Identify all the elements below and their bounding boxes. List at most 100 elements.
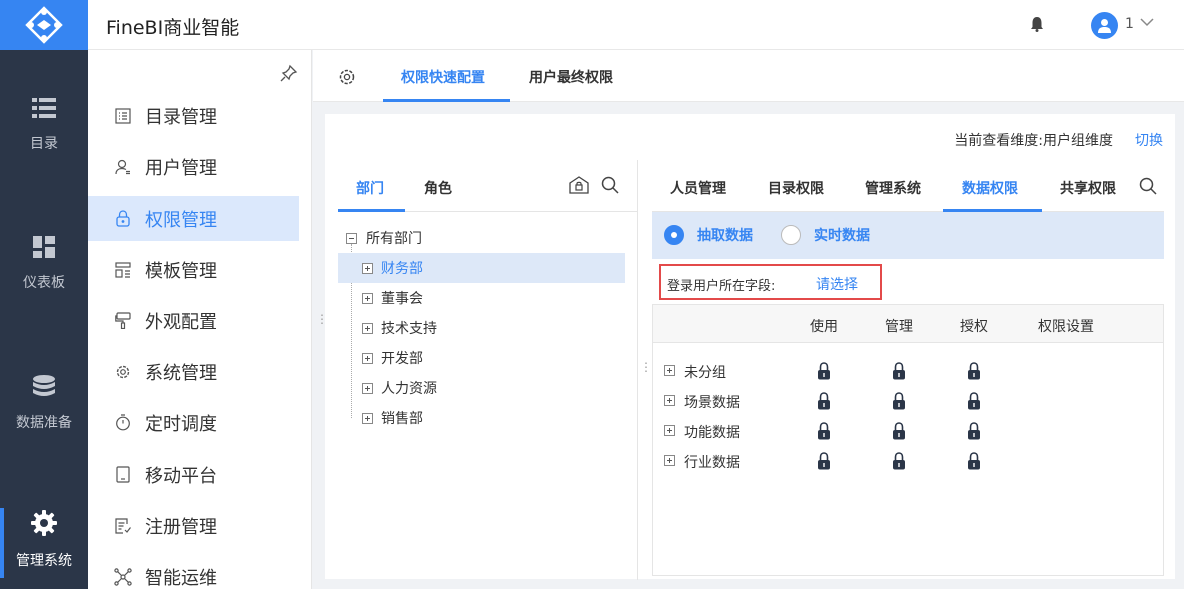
menu-item-catalog[interactable]: 目录管理 [88,93,299,138]
radio-extract-label: 抽取数据 [697,228,753,244]
app-title: FineBI商业智能 [106,17,240,39]
network-icon [114,567,132,586]
menu-item-appearance[interactable]: 外观配置 [88,298,299,343]
search-icon[interactable] [1139,177,1157,195]
radio-realtime-data[interactable]: 实时数据 [781,225,870,245]
brush-icon [114,312,132,330]
user-field-highlight: 登录用户所在字段: 请选择 [659,264,882,300]
lock-icon[interactable] [817,392,831,410]
menu-item-register[interactable]: 注册管理 [88,503,299,548]
switch-dimension-link[interactable]: 切换 [1135,130,1163,150]
table-row[interactable]: 行业数据 [653,446,1163,476]
rail-item-data-prep[interactable]: 数据准备 [0,374,88,432]
menu-label-user: 用户管理 [145,157,217,179]
permission-tabs: 人员管理 目录权限 管理系统 数据权限 共享权限 [652,160,1164,212]
lock-icon[interactable] [892,362,906,380]
top-header: FineBI商业智能 1 [88,0,1184,50]
tab-role[interactable]: 角色 [424,178,452,198]
user-name[interactable]: 1 [1125,16,1134,32]
tree-node[interactable]: 开发部 [338,343,625,373]
pin-icon[interactable] [280,64,298,82]
tree-node-label: 开发部 [381,351,423,367]
menu-item-system[interactable]: 系统管理 [88,349,299,394]
tree-node-label: 技术支持 [381,321,437,337]
rail-label-data-prep: 数据准备 [16,415,72,431]
expand-icon[interactable] [664,455,675,466]
menu-item-user[interactable]: 用户管理 [88,144,299,189]
lock-icon[interactable] [967,422,981,440]
menu-item-mobile[interactable]: 移动平台 [88,452,299,497]
tab-data-permission[interactable]: 数据权限 [962,178,1018,198]
col-manage: 管理 [885,319,913,335]
menu-item-permission[interactable]: 权限管理 [88,196,299,241]
tab-catalog-permission[interactable]: 目录权限 [768,178,824,198]
menu-item-template[interactable]: 模板管理 [88,247,299,292]
menu-item-ops[interactable]: 智能运维 [88,554,299,589]
rail-item-dashboard[interactable]: 仪表板 [0,236,88,292]
list-icon [32,98,56,118]
menu-item-schedule[interactable]: 定时调度 [88,400,299,445]
chevron-down-icon[interactable] [1140,18,1154,27]
rail-item-admin[interactable]: 管理系统 [0,508,88,578]
permission-panel: 人员管理 目录权限 管理系统 数据权限 共享权限 抽取数据 实时数据 登录用户所… [652,160,1164,580]
avatar[interactable] [1091,12,1118,39]
tab-admin-system[interactable]: 管理系统 [865,178,921,198]
expand-icon[interactable] [362,382,373,394]
org-panel: 部门 角色 所有部门 财务部 董事会 技术支持 开发部 人力资源 销售部 [338,160,638,580]
rail-item-catalog[interactable]: 目录 [0,97,88,153]
table-row[interactable]: 未分组 [653,356,1163,386]
panel-resize-handle[interactable]: ⋮ [640,360,652,374]
rail-label-catalog: 目录 [30,136,58,152]
lock-icon[interactable] [967,452,981,470]
user-field-select[interactable]: 请选择 [816,274,858,294]
expand-icon[interactable] [362,292,373,304]
logo[interactable] [0,0,88,50]
tree-node[interactable]: 人力资源 [338,373,625,403]
expand-icon[interactable] [362,352,373,364]
table-row[interactable]: 场景数据 [653,386,1163,416]
lock-icon[interactable] [892,392,906,410]
search-icon[interactable] [601,176,619,194]
lock-icon[interactable] [817,452,831,470]
tab-share-permission[interactable]: 共享权限 [1060,178,1116,198]
expand-icon[interactable] [664,425,675,436]
tab-final-permission[interactable]: 用户最终权限 [529,67,613,87]
tab-department[interactable]: 部门 [356,178,384,198]
lock-icon[interactable] [817,422,831,440]
rail-label-dashboard: 仪表板 [23,275,65,291]
tree-node[interactable]: 财务部 [338,253,625,283]
lock-icon[interactable] [967,362,981,380]
tree-node[interactable]: 董事会 [338,283,625,313]
expand-icon[interactable] [664,365,675,376]
tab-quick-config[interactable]: 权限快速配置 [401,67,485,87]
active-tab-indicator [383,99,510,102]
tree-node-label: 董事会 [381,291,423,307]
tab-personnel[interactable]: 人员管理 [670,178,726,198]
menu-label-mobile: 移动平台 [145,465,217,487]
department-lock-icon[interactable] [569,176,589,194]
lock-icon[interactable] [967,392,981,410]
user-avatar-icon [1098,19,1111,33]
expand-icon[interactable] [362,322,373,334]
radio-checked-icon [664,225,684,245]
radio-extract-data[interactable]: 抽取数据 [664,225,753,245]
lock-icon [114,210,132,228]
radio-realtime-label: 实时数据 [814,228,870,244]
database-icon [33,375,55,396]
tree-node[interactable]: 技术支持 [338,313,625,343]
table-row[interactable]: 功能数据 [653,416,1163,446]
dimension-text: 当前查看维度:用户组维度 [954,133,1113,149]
col-use: 使用 [810,319,838,335]
lock-icon[interactable] [817,362,831,380]
collapse-icon[interactable] [346,232,357,244]
expand-icon[interactable] [664,395,675,406]
lock-icon[interactable] [892,422,906,440]
tree-node[interactable]: 销售部 [338,403,625,433]
lock-icon[interactable] [892,452,906,470]
tree-root[interactable]: 所有部门 [338,223,625,253]
expand-icon[interactable] [362,262,373,274]
settings-icon[interactable] [338,68,356,86]
gear-icon [31,510,57,536]
bell-icon[interactable] [1030,16,1044,32]
expand-icon[interactable] [362,412,373,424]
